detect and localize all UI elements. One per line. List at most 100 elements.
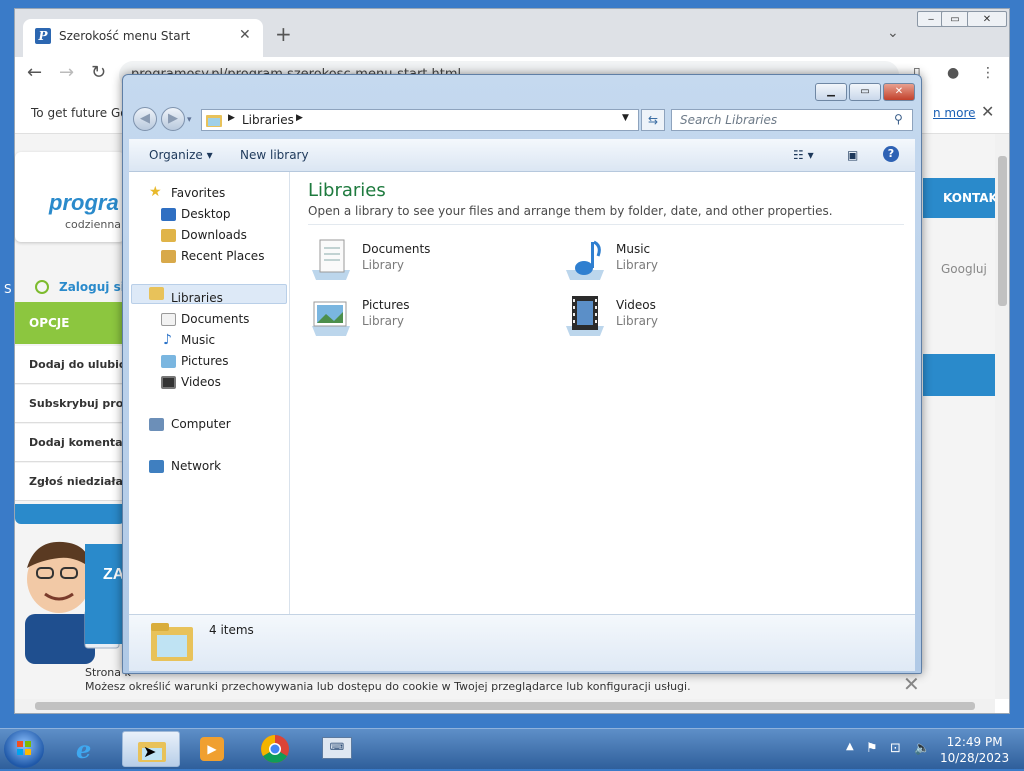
- command-bar: Organize ▾ New library ☷ ▾ ▣ ?: [129, 139, 915, 172]
- search-button[interactable]: Googluj: [941, 262, 987, 276]
- action-center-icon[interactable]: ⚑: [866, 741, 878, 756]
- nav-recent-places[interactable]: Recent Places: [181, 249, 264, 263]
- music-icon: ♪: [163, 332, 172, 348]
- profile-icon[interactable]: ●: [947, 65, 959, 81]
- favorites-star-icon: ★: [149, 184, 162, 200]
- nav-network[interactable]: Network: [171, 459, 221, 473]
- option-item[interactable]: Zgłoś niedziałają: [15, 463, 125, 501]
- library-name: Pictures: [362, 298, 410, 312]
- browser-tab[interactable]: P Szerokość menu Start ✕: [23, 19, 263, 57]
- organize-label: Organize: [149, 148, 203, 162]
- nav-videos[interactable]: Videos: [181, 375, 221, 389]
- documents-icon: [161, 313, 176, 326]
- taskbar-keyboard-button[interactable]: ⌨: [308, 731, 366, 767]
- breadcrumb-arrow-icon[interactable]: ▶: [296, 113, 303, 123]
- nav-favorites[interactable]: Favorites: [171, 186, 225, 200]
- site-logo: progra: [49, 190, 119, 215]
- menu-icon[interactable]: ⋮: [981, 65, 995, 81]
- nav-computer[interactable]: Computer: [171, 417, 231, 431]
- nav-music[interactable]: Music: [181, 333, 215, 347]
- scrollbar-thumb[interactable]: [35, 702, 975, 710]
- start-button[interactable]: [4, 730, 44, 768]
- documents-library-icon: [312, 239, 350, 280]
- taskbar-media-player-button[interactable]: ▶: [184, 731, 242, 767]
- library-item-documents[interactable]: Documents Library: [308, 234, 538, 284]
- reload-icon[interactable]: ↻: [91, 63, 106, 83]
- new-library-button[interactable]: New library: [240, 148, 309, 162]
- on-screen-keyboard-icon: ⌨: [322, 737, 352, 759]
- close-button[interactable]: ✕: [883, 83, 915, 101]
- nav-pictures[interactable]: Pictures: [181, 354, 229, 368]
- clock-time: 12:49 PM: [946, 735, 1003, 749]
- windows-logo-icon: [17, 741, 31, 755]
- recent-pages-icon[interactable]: ▾: [187, 115, 192, 125]
- scrollbar-thumb[interactable]: [998, 156, 1007, 306]
- vertical-scrollbar[interactable]: [995, 134, 1009, 699]
- videos-icon: [161, 376, 176, 389]
- taskbar-chrome-button[interactable]: [246, 731, 304, 767]
- organize-button[interactable]: Organize ▾: [149, 148, 213, 162]
- horizontal-scrollbar[interactable]: [15, 699, 995, 713]
- search-input[interactable]: Search Libraries ⚲: [671, 109, 913, 131]
- nav-libraries[interactable]: Libraries: [171, 291, 223, 305]
- breadcrumb-libraries[interactable]: Libraries: [242, 113, 294, 127]
- preview-pane-icon[interactable]: ▣: [847, 148, 858, 162]
- cookie-close-icon[interactable]: ✕: [903, 672, 920, 696]
- option-item[interactable]: Dodaj do ulubion: [15, 346, 125, 384]
- minimize-button[interactable]: ▁: [815, 83, 847, 101]
- page-description: Open a library to see your files and arr…: [308, 204, 833, 218]
- maximize-button[interactable]: ▭: [849, 83, 881, 101]
- site-logo-box[interactable]: progra codzienna: [15, 152, 125, 242]
- computer-icon: [149, 418, 164, 431]
- kontakt-menu[interactable]: KONTAKT: [923, 178, 1006, 218]
- library-name: Videos: [616, 298, 656, 312]
- details-pane: 4 items: [129, 614, 915, 671]
- search-icon[interactable]: ⚲: [894, 112, 903, 126]
- option-item[interactable]: Subskrybuj progr: [15, 385, 125, 423]
- chrome-maximize-button[interactable]: ▭: [941, 11, 969, 27]
- volume-muted-icon[interactable]: 🔈: [914, 741, 930, 756]
- infobar-close-icon[interactable]: ✕: [981, 102, 994, 121]
- back-button[interactable]: ◀: [133, 107, 157, 131]
- internet-explorer-icon: e: [76, 735, 92, 764]
- pictures-library-icon: [312, 301, 350, 336]
- chrome-close-button[interactable]: ✕: [967, 11, 1007, 27]
- address-bar[interactable]: ▶ Libraries ▶ ▼: [201, 109, 639, 131]
- new-tab-button[interactable]: +: [275, 24, 292, 44]
- libraries-icon: [149, 287, 164, 300]
- help-icon[interactable]: ?: [883, 146, 899, 162]
- breadcrumb-arrow-icon[interactable]: ▶: [228, 113, 235, 123]
- tab-close-icon[interactable]: ✕: [239, 27, 251, 43]
- library-type: Library: [616, 258, 658, 272]
- site-favicon-icon: P: [35, 28, 51, 44]
- option-item[interactable]: Dodaj komentarz: [15, 424, 125, 462]
- nav-documents[interactable]: Documents: [181, 312, 249, 326]
- show-hidden-icons[interactable]: ▲: [846, 741, 854, 752]
- nav-desktop[interactable]: Desktop: [181, 207, 231, 221]
- library-type: Library: [362, 314, 404, 328]
- address-dropdown-icon[interactable]: ▼: [622, 113, 629, 123]
- change-view-icon[interactable]: ☷ ▾: [793, 148, 814, 162]
- library-name: Documents: [362, 242, 431, 256]
- taskbar-explorer-button[interactable]: ➤: [122, 731, 180, 767]
- nav-downloads[interactable]: Downloads: [181, 228, 247, 242]
- forward-icon[interactable]: →: [59, 63, 74, 83]
- refresh-button[interactable]: ⇆: [641, 109, 665, 131]
- tab-search-icon[interactable]: ⌄: [887, 25, 899, 41]
- libraries-folder-icon: [206, 115, 222, 127]
- library-item-pictures[interactable]: Pictures Library: [308, 290, 538, 340]
- library-item-music[interactable]: Music Library: [562, 234, 792, 284]
- navigation-pane: ★ Favorites Desktop Downloads Recent Pla…: [129, 172, 290, 614]
- promo-banner[interactable]: ZA: [85, 544, 125, 644]
- learn-more-link[interactable]: n more: [933, 106, 976, 120]
- forward-button[interactable]: ▶: [161, 107, 185, 131]
- network-status-icon[interactable]: ⊡: [890, 741, 901, 756]
- taskbar-ie-button[interactable]: e: [60, 731, 118, 767]
- taskbar: e ➤ ▶ ⌨ ▲ ⚑ ⊡ 🔈 12:49 PM 10/28/2023: [0, 728, 1024, 769]
- system-clock[interactable]: 12:49 PM 10/28/2023: [940, 734, 1009, 766]
- music-library-icon: [566, 240, 604, 280]
- back-icon[interactable]: ←: [27, 63, 42, 83]
- mouse-cursor-icon: ➤: [143, 742, 157, 761]
- clock-date: 10/28/2023: [940, 751, 1010, 765]
- library-item-videos[interactable]: Videos Library: [562, 290, 792, 340]
